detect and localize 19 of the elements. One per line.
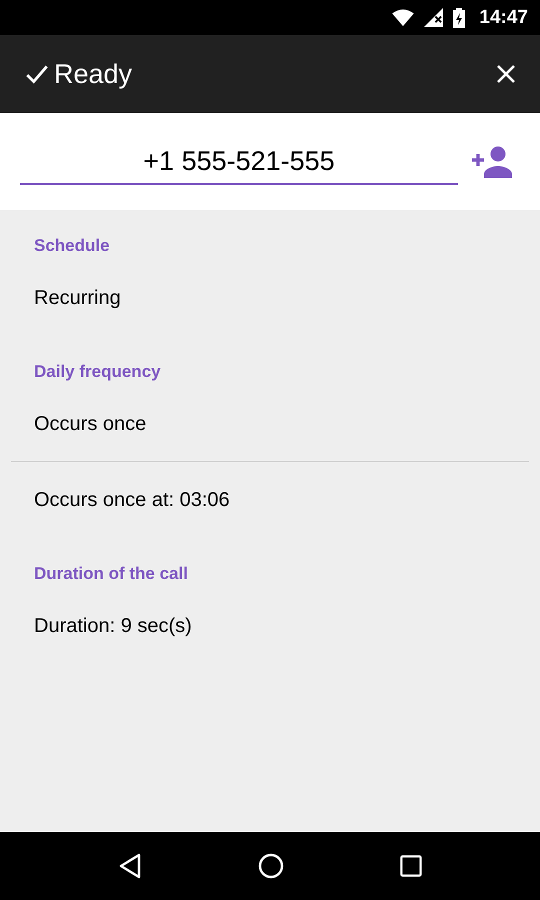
close-icon[interactable]	[496, 64, 516, 84]
setting-item[interactable]: Occurs once	[0, 392, 540, 456]
setting-item[interactable]: Recurring	[0, 266, 540, 330]
phone-field[interactable]: +1 555-521-555	[20, 142, 458, 185]
recents-icon[interactable]	[400, 855, 422, 877]
status-time: 14:47	[479, 6, 528, 28]
section-header: Schedule	[33, 235, 111, 257]
wifi-icon	[392, 8, 414, 26]
section-header: Duration of the call	[33, 563, 189, 585]
section-header: Daily frequency	[33, 361, 162, 383]
phone-input[interactable]: +1 555-521-555	[20, 146, 458, 177]
setting-item[interactable]: Duration: 9 sec(s)	[0, 594, 540, 658]
battery-charging-icon	[453, 8, 466, 28]
ready-button[interactable]: Ready	[24, 58, 132, 90]
no-signal-icon	[424, 8, 444, 27]
home-icon[interactable]	[258, 853, 284, 879]
back-icon[interactable]	[118, 853, 142, 879]
add-contact-icon[interactable]	[470, 146, 514, 178]
setting-item[interactable]: Occurs once at: 03:06	[0, 468, 540, 532]
